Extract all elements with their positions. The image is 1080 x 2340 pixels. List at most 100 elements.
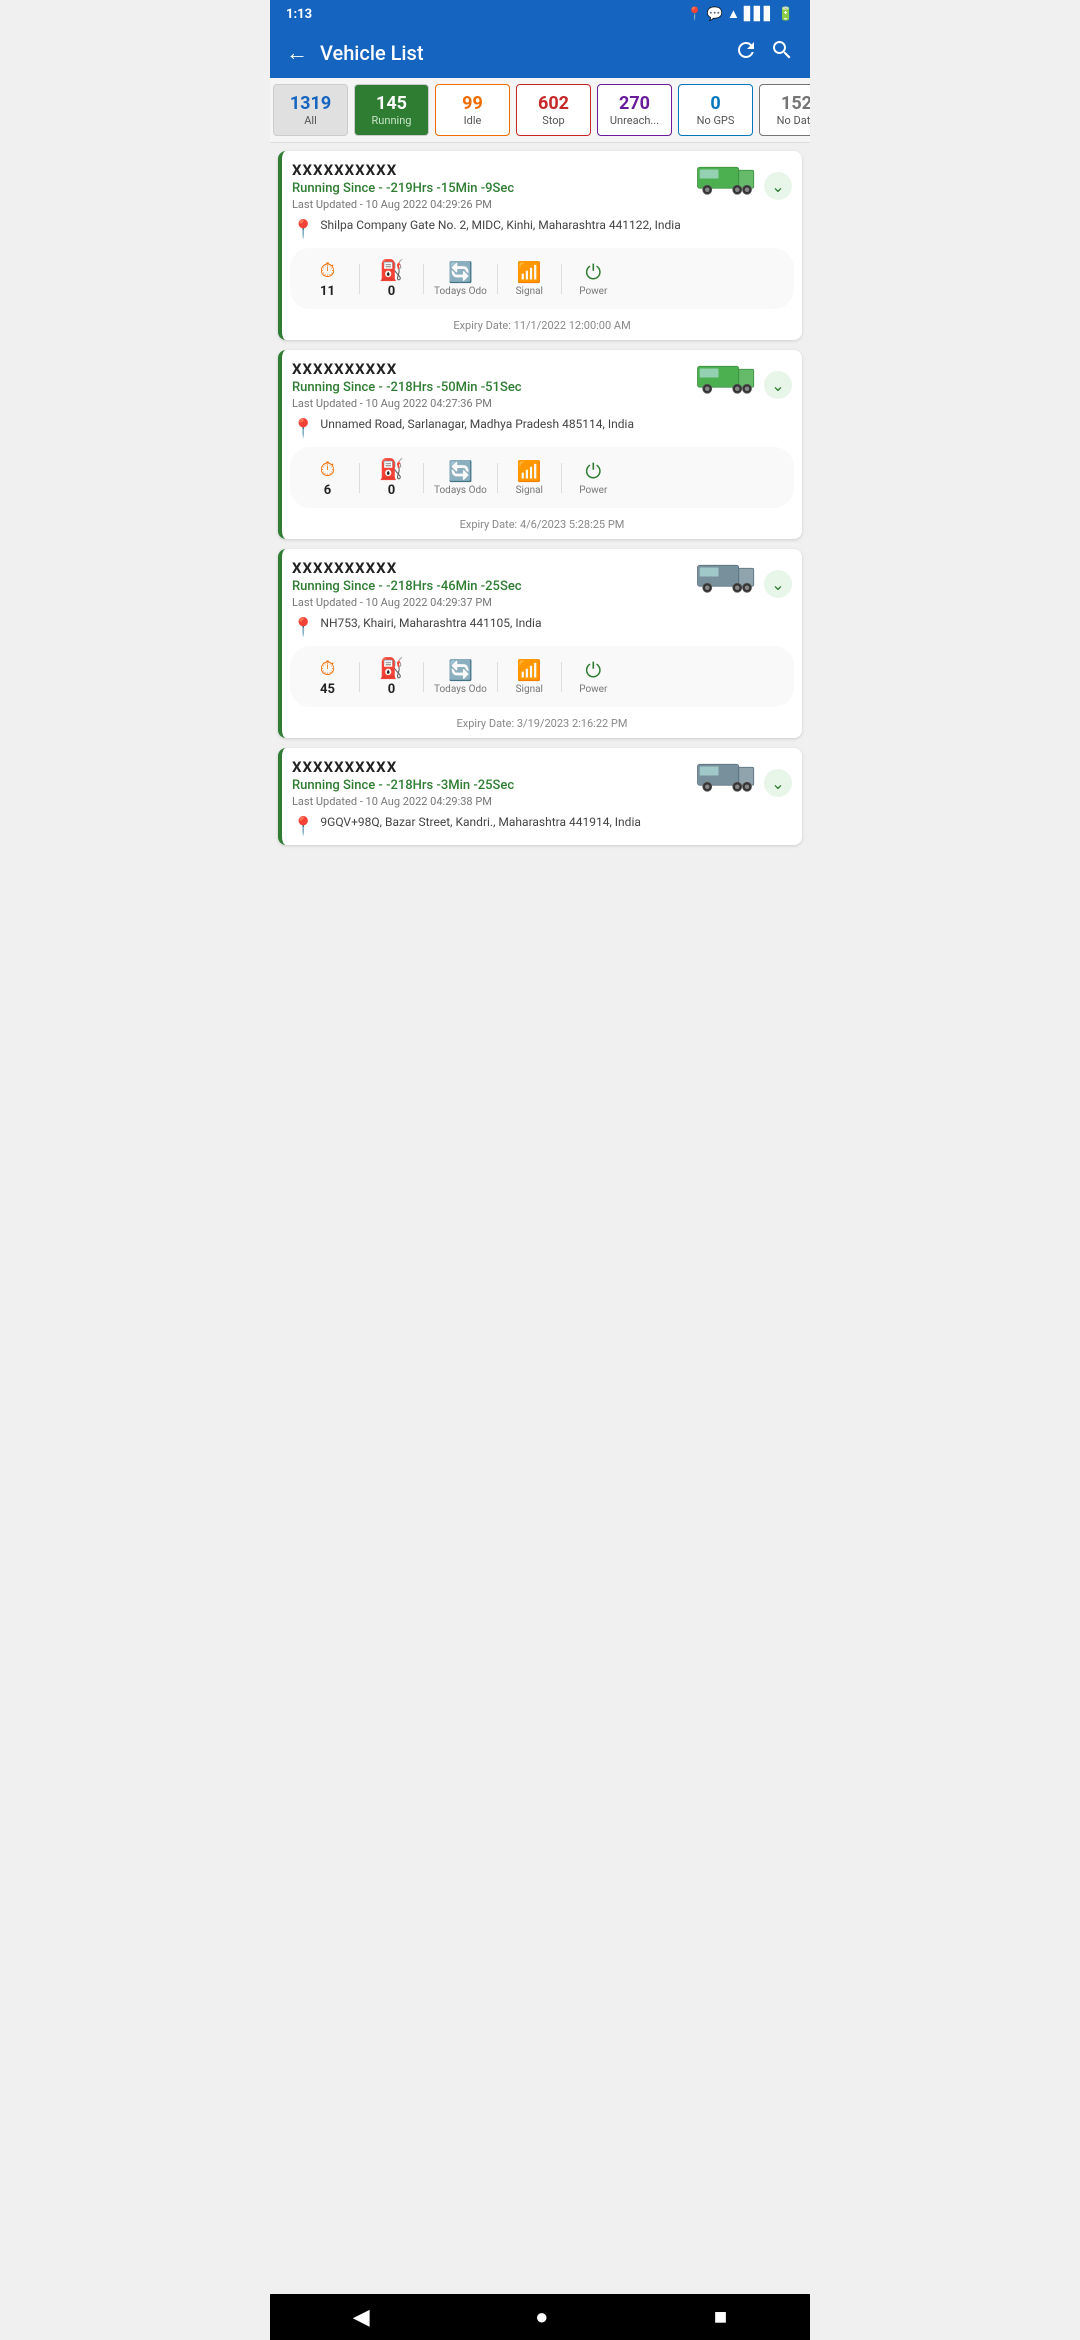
speedometer-icon: ⏱ (320, 457, 336, 481)
divider (359, 463, 360, 493)
power-label: Power (579, 684, 607, 695)
page-title: Vehicle List (320, 41, 722, 65)
card-info: XXXXXXXXXX Running Since - -218Hrs -50Mi… (292, 360, 688, 410)
vehicle-card: XXXXXXXXXX Running Since - -218Hrs -46Mi… (278, 549, 802, 738)
truck-icon (696, 360, 756, 398)
vehicle-card: XXXXXXXXXX Running Since - -218Hrs -3Min… (278, 748, 802, 845)
fuel-value: 0 (388, 682, 395, 697)
vehicle-card: XXXXXXXXXX Running Since - -219Hrs -15Mi… (278, 151, 802, 340)
fuel-metric: ⛽ 0 (364, 254, 419, 303)
location-icon: 📍 (687, 7, 703, 22)
tab-all-label: All (304, 114, 317, 127)
odo-metric: 🔄 Todays Odo (428, 256, 493, 301)
nav-back-button[interactable]: ◀ (353, 2305, 370, 2330)
speed-value: 11 (320, 284, 335, 299)
vehicle-status: Running Since - -218Hrs -50Min -51Sec (292, 380, 688, 395)
tab-nodata-label: No Data (777, 114, 810, 127)
back-button[interactable]: ← (286, 40, 308, 66)
card-info: XXXXXXXXXX Running Since - -218Hrs -3Min… (292, 758, 688, 808)
speed-metric: ⏱ 45 (300, 652, 355, 701)
location-row: 📍 Shilpa Company Gate No. 2, MIDC, Kinhi… (282, 217, 802, 248)
search-button[interactable] (770, 38, 794, 68)
speedometer-icon: ⏱ (320, 258, 336, 282)
divider (561, 463, 562, 493)
signal-metric: 📶 Signal (502, 654, 557, 699)
fuel-icon: ⛽ (379, 258, 404, 282)
wifi-icon: ▲ (727, 6, 740, 22)
location-pin-icon: 📍 (292, 816, 314, 837)
divider (423, 463, 424, 493)
divider (423, 662, 424, 692)
vehicle-name: XXXXXXXXXX (292, 559, 688, 577)
location-row: 📍 9GQV+98Q, Bazar Street, Kandri., Mahar… (282, 814, 802, 845)
metrics-row: ⏱ 11 ⛽ 0 🔄 Todays Odo 📶 Signal ⏻ Power (290, 248, 794, 309)
odo-icon: 🔄 (448, 260, 473, 284)
metrics-row: ⏱ 6 ⛽ 0 🔄 Todays Odo 📶 Signal ⏻ Power (290, 447, 794, 508)
card-info: XXXXXXXXXX Running Since - -218Hrs -46Mi… (292, 559, 688, 609)
tab-idle-label: Idle (464, 114, 482, 127)
speed-value: 45 (320, 682, 335, 697)
expand-button[interactable]: ⌄ (764, 371, 792, 399)
battery-icon: 🔋 (778, 7, 794, 22)
tab-all[interactable]: 1319 All (273, 84, 348, 136)
location-row: 📍 Unnamed Road, Sarlanagar, Madhya Prade… (282, 416, 802, 447)
tab-all-count: 1319 (290, 93, 331, 114)
divider (359, 264, 360, 294)
vehicle-status: Running Since - -218Hrs -3Min -25Sec (292, 778, 688, 793)
odo-label: Todays Odo (434, 485, 487, 496)
vehicle-list: XXXXXXXXXX Running Since - -219Hrs -15Mi… (270, 143, 810, 863)
speed-metric: ⏱ 6 (300, 453, 355, 502)
refresh-button[interactable] (734, 38, 758, 68)
card-header: XXXXXXXXXX Running Since - -218Hrs -3Min… (282, 748, 802, 814)
odo-icon: 🔄 (448, 658, 473, 682)
nav-recent-button[interactable]: ■ (714, 2304, 727, 2330)
power-metric: ⏻ Power (566, 256, 621, 301)
signal-icon: ▋▋▋ (744, 7, 774, 22)
odo-label: Todays Odo (434, 286, 487, 297)
location-text: Shilpa Company Gate No. 2, MIDC, Kinhi, … (320, 217, 680, 234)
tab-unreach-count: 270 (619, 93, 650, 114)
status-time: 1:13 (286, 7, 312, 22)
tab-running[interactable]: 145 Running (354, 84, 429, 136)
signal-icon: 📶 (517, 260, 542, 284)
fuel-value: 0 (388, 483, 395, 498)
tab-unreach-label: Unreach... (610, 114, 659, 127)
tab-idle[interactable]: 99 Idle (435, 84, 510, 136)
tab-stop-count: 602 (538, 93, 569, 114)
divider (423, 264, 424, 294)
tab-stop[interactable]: 602 Stop (516, 84, 591, 136)
truck-icon (696, 559, 756, 597)
odo-icon: 🔄 (448, 459, 473, 483)
vehicle-name: XXXXXXXXXX (292, 360, 688, 378)
signal-label: Signal (516, 286, 543, 297)
tab-nogps[interactable]: 0 No GPS (678, 84, 753, 136)
divider (497, 264, 498, 294)
tab-nodata[interactable]: 152 No Data (759, 84, 810, 136)
signal-metric: 📶 Signal (502, 455, 557, 500)
speedometer-icon: ⏱ (320, 656, 336, 680)
power-icon: ⏻ (585, 260, 601, 284)
status-bar: 1:13 📍 💬 ▲ ▋▋▋ 🔋 (270, 0, 810, 28)
nav-home-button[interactable]: ● (535, 2304, 548, 2330)
card-header: XXXXXXXXXX Running Since - -218Hrs -46Mi… (282, 549, 802, 615)
power-label: Power (579, 485, 607, 496)
expand-button[interactable]: ⌄ (764, 570, 792, 598)
location-pin-icon: 📍 (292, 418, 314, 439)
navigation-bar: ◀ ● ■ (270, 2294, 810, 2340)
fuel-value: 0 (388, 284, 395, 299)
expiry-text: Expiry Date: 4/6/2023 5:28:25 PM (282, 514, 802, 539)
truck-icon (696, 161, 756, 199)
expand-button[interactable]: ⌄ (764, 172, 792, 200)
vehicle-status: Running Since - -219Hrs -15Min -9Sec (292, 181, 688, 196)
power-label: Power (579, 286, 607, 297)
signal-label: Signal (516, 684, 543, 695)
divider (497, 662, 498, 692)
message-icon: 💬 (707, 7, 723, 22)
odo-metric: 🔄 Todays Odo (428, 654, 493, 699)
odo-metric: 🔄 Todays Odo (428, 455, 493, 500)
signal-metric: 📶 Signal (502, 256, 557, 301)
tab-unreach[interactable]: 270 Unreach... (597, 84, 672, 136)
fuel-metric: ⛽ 0 (364, 652, 419, 701)
expiry-text: Expiry Date: 3/19/2023 2:16:22 PM (282, 713, 802, 738)
expand-button[interactable]: ⌄ (764, 769, 792, 797)
